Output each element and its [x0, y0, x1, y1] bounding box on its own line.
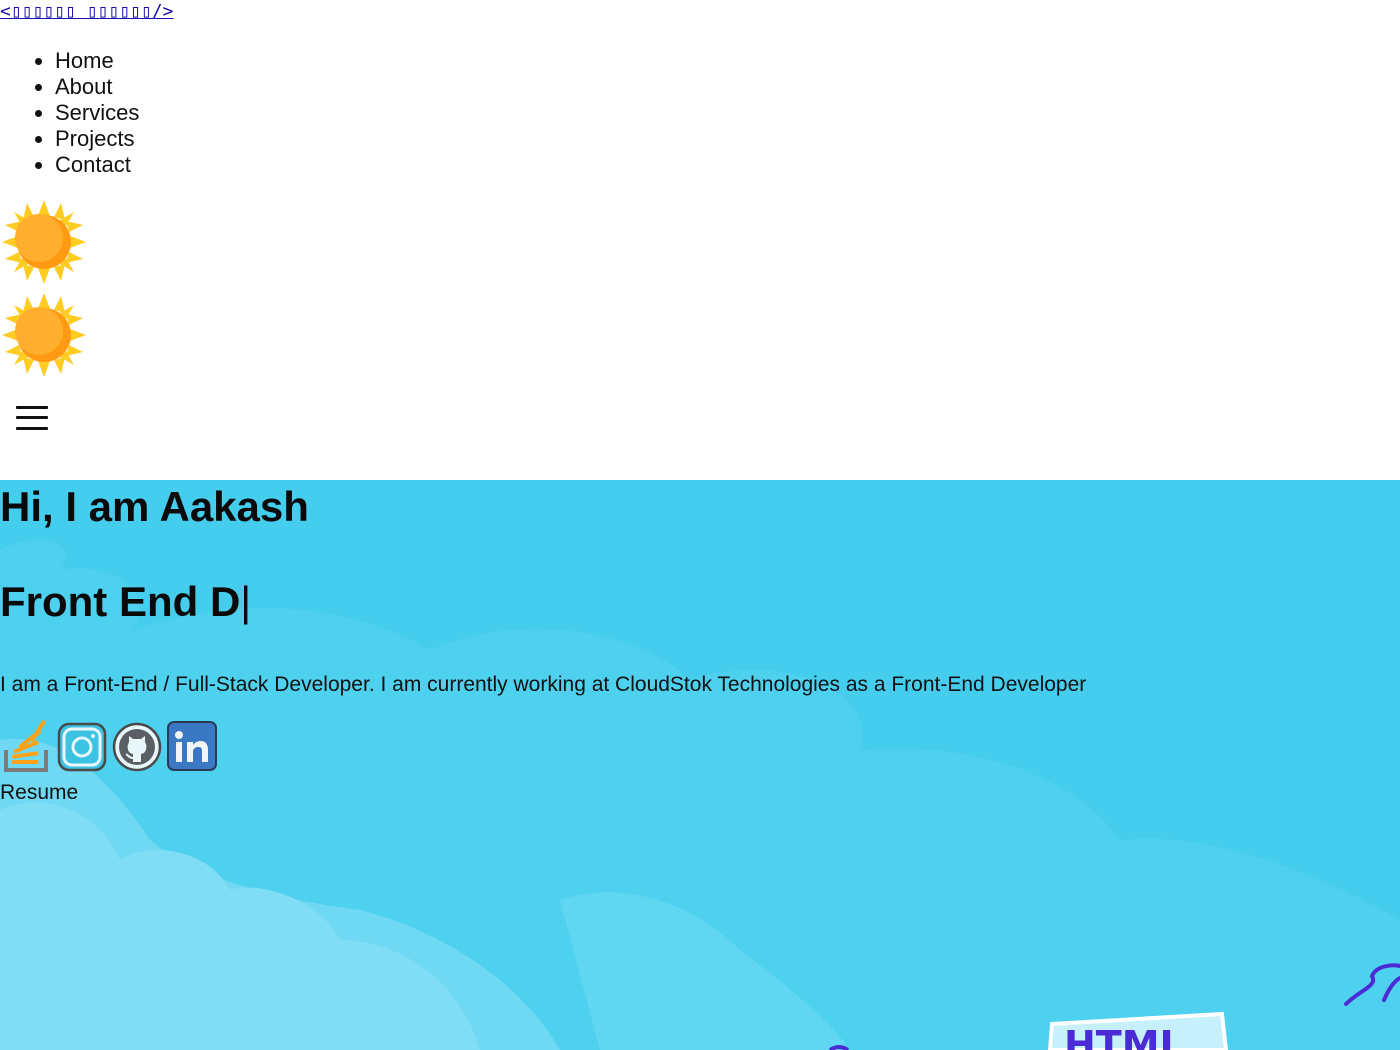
nav-item-contact: Contact	[55, 152, 139, 178]
stackoverflow-icon	[4, 719, 48, 772]
nav-item-services: Services	[55, 100, 139, 126]
nav-item-projects: Projects	[55, 126, 139, 152]
page: <▯▯▯▯▯▯ ▯▯▯▯▯▯/> Home About Services Pro…	[0, 0, 1400, 1050]
hero-typed-role: Front End D|	[0, 577, 251, 627]
typed-text: Front End D	[0, 578, 241, 625]
nav-link-contact[interactable]: Contact	[55, 152, 131, 177]
nav-link-projects[interactable]: Projects	[55, 126, 134, 151]
resume-link[interactable]: Resume	[0, 780, 78, 806]
typing-cursor: |	[240, 578, 252, 625]
hero-title: Hi, I am Aakash	[0, 483, 309, 530]
nav-item-home: Home	[55, 48, 139, 74]
hero-description: I am a Front-End / Full-Stack Developer.…	[0, 673, 1087, 696]
instagram-link[interactable]	[57, 720, 107, 774]
hamburger-bar	[16, 416, 48, 419]
theme-toggle-button[interactable]	[2, 200, 86, 284]
hamburger-bar	[16, 427, 48, 430]
nav-item-about: About	[55, 74, 139, 100]
main-nav: Home About Services Projects Contact	[0, 48, 139, 178]
svg-text:HTML: HTML	[1064, 1023, 1184, 1050]
stackoverflow-link[interactable]	[2, 719, 52, 774]
linkedin-icon	[167, 721, 217, 771]
hero-section: HTML Hi, I am Aakash Front End D| I am a…	[0, 480, 1400, 1050]
github-icon	[112, 722, 162, 772]
theme-toggle-button-alt[interactable]	[2, 293, 86, 377]
sun-icon	[2, 200, 86, 284]
social-links	[2, 719, 217, 774]
brand-logo-link[interactable]: <▯▯▯▯▯▯ ▯▯▯▯▯▯/>	[0, 1, 173, 23]
linkedin-link[interactable]	[167, 720, 217, 774]
instagram-icon	[57, 722, 107, 772]
nav-link-about[interactable]: About	[55, 74, 113, 99]
hamburger-bar	[16, 406, 48, 409]
hamburger-menu-icon[interactable]	[16, 404, 50, 432]
github-link[interactable]	[112, 720, 162, 774]
nav-link-home[interactable]: Home	[55, 48, 114, 73]
nav-link-services[interactable]: Services	[55, 100, 139, 125]
sun-icon	[2, 293, 86, 377]
